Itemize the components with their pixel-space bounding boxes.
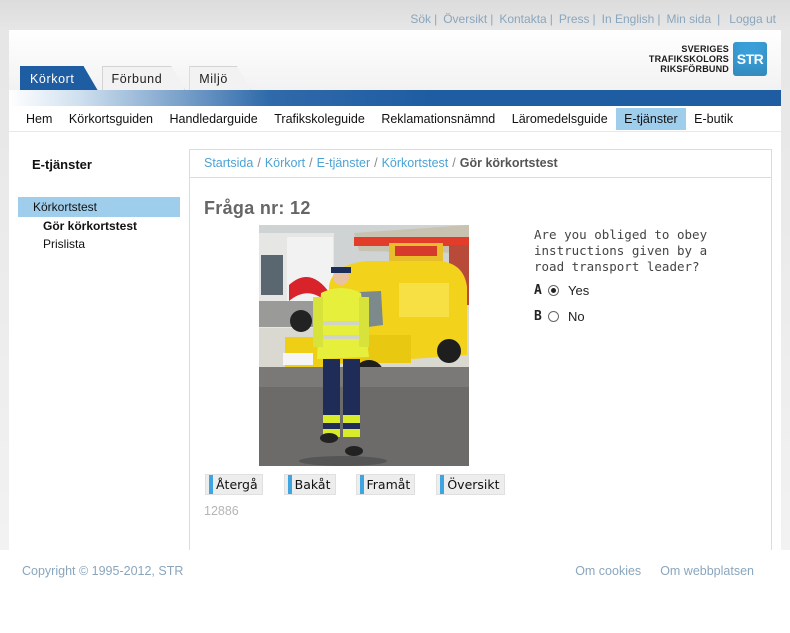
return-button[interactable]: Återgå [205, 474, 263, 495]
nav-item-laromedelsguide[interactable]: Läromedelsguide [504, 108, 616, 130]
answer-b[interactable]: B No [534, 309, 585, 324]
footer-links: Om cookies Om webbplatsen [575, 564, 754, 578]
logo-line-2: TRAFIKSKOLORS [648, 54, 729, 64]
breadcrumb-separator: / [452, 156, 456, 170]
sidebar-item-gor-korkortstest[interactable]: Gör körkortstest [18, 217, 180, 235]
separator: | [490, 12, 494, 26]
separator: | [592, 12, 596, 26]
question-title: Fråga nr: 12 [204, 198, 311, 218]
nav-item-handledarguide[interactable]: Handledarguide [161, 108, 265, 130]
question-id: 12886 [204, 504, 239, 518]
breadcrumb-separator: / [257, 156, 261, 170]
logo-line-3: RIKSFÖRBUND [660, 64, 729, 74]
header: SVERIGES TRAFIKSKOLORS RIKSFÖRBUND STR K… [9, 30, 781, 90]
header-blue-bar [9, 90, 781, 106]
forward-button-label: Framåt [366, 477, 411, 492]
nav-item-korkortsguiden[interactable]: Körkortsguiden [61, 108, 161, 130]
logo-text: SVERIGES TRAFIKSKOLORS RIKSFÖRBUND [649, 44, 729, 74]
breadcrumb-separator: / [374, 156, 378, 170]
tab-korkort[interactable]: Körkort [20, 66, 98, 90]
answer-b-letter: B [534, 309, 542, 324]
breadcrumb: Startsida / Körkort / E-tjänster / Körkortstes… [190, 150, 771, 178]
util-link-press[interactable]: Press [559, 12, 590, 26]
separator: | [549, 12, 553, 26]
answer-a[interactable]: A Yes [534, 283, 589, 298]
overview-button-label: Översikt [447, 477, 500, 492]
nav-item-e-butik[interactable]: E-butik [686, 108, 741, 130]
nav-item-trafikskoleguide[interactable]: Trafikskoleguide [266, 108, 373, 130]
question-buttons: Återgå Bakåt Framåt Översikt [205, 474, 505, 495]
breadcrumb-e-tjanster[interactable]: E-tjänster [317, 156, 371, 170]
util-link-kontakta[interactable]: Kontakta [499, 12, 546, 26]
button-marker [287, 475, 292, 494]
sidebar-title: E-tjänster [32, 157, 92, 172]
sidebar-menu: Körkortstest Gör körkortstest Prislista [18, 197, 180, 253]
tab-forbund[interactable]: Förbund [102, 66, 186, 90]
section-tabs: Körkort Förbund Miljö [20, 66, 251, 90]
main-nav: Hem Körkortsguiden Handledarguide Trafik… [9, 106, 781, 132]
button-marker [209, 475, 213, 494]
footer-link-webbplatsen[interactable]: Om webbplatsen [660, 564, 754, 578]
separator: | [657, 12, 661, 26]
sidebar-item-korkortstest[interactable]: Körkortstest [18, 197, 180, 217]
button-marker [359, 475, 364, 494]
tab-miljo[interactable]: Miljö [189, 66, 251, 90]
util-link-in-english[interactable]: In English [602, 12, 655, 26]
answer-a-label: Yes [568, 283, 590, 298]
breadcrumb-korkortstest[interactable]: Körkortstest [382, 156, 449, 170]
breadcrumb-current: Gör körkortstest [459, 156, 558, 170]
util-link-min-sida[interactable]: Min sida [666, 12, 711, 26]
page-frame: SVERIGES TRAFIKSKOLORS RIKSFÖRBUND STR K… [9, 30, 781, 550]
footer-link-cookies[interactable]: Om cookies [575, 564, 641, 578]
overview-button[interactable]: Översikt [436, 474, 505, 495]
util-link-sok[interactable]: Sök [410, 12, 431, 26]
nav-item-e-tjanster[interactable]: E-tjänster [616, 107, 686, 130]
util-link-logga-ut[interactable]: Logga ut [729, 12, 776, 26]
forward-button[interactable]: Framåt [355, 474, 416, 495]
main-content: Startsida / Körkort / E-tjänster / Körkortstes… [189, 149, 772, 550]
answer-b-label: No [568, 309, 585, 324]
answer-a-letter: A [534, 283, 542, 298]
photo-illustration [259, 225, 469, 466]
util-link-oversikt[interactable]: Översikt [443, 12, 487, 26]
answer-a-radio[interactable] [548, 285, 559, 296]
button-marker [440, 475, 445, 494]
breadcrumb-separator: / [309, 156, 313, 170]
return-button-label: Återgå [216, 477, 258, 492]
back-button-label: Bakåt [294, 477, 331, 492]
nav-item-hem[interactable]: Hem [18, 108, 60, 130]
back-button[interactable]: Bakåt [283, 474, 336, 495]
logo-badge: STR [733, 42, 767, 76]
sidebar-item-prislista[interactable]: Prislista [18, 235, 180, 253]
copyright: Copyright © 1995-2012, STR [22, 564, 184, 578]
question-photo [259, 225, 469, 466]
separator: | [717, 12, 721, 26]
utility-nav: Sök | Översikt | Kontakta | Press | In Engli… [410, 12, 776, 26]
breadcrumb-startsida[interactable]: Startsida [204, 156, 253, 170]
str-logo[interactable]: SVERIGES TRAFIKSKOLORS RIKSFÖRBUND STR [649, 42, 767, 76]
question-text: Are you obliged to obey instructions giv… [534, 227, 708, 274]
separator: | [434, 12, 438, 26]
breadcrumb-korkort[interactable]: Körkort [265, 156, 305, 170]
nav-item-reklamationsnamnd[interactable]: Reklamationsnämnd [373, 108, 503, 130]
answer-b-radio[interactable] [548, 311, 559, 322]
logo-line-1: SVERIGES [681, 44, 729, 54]
